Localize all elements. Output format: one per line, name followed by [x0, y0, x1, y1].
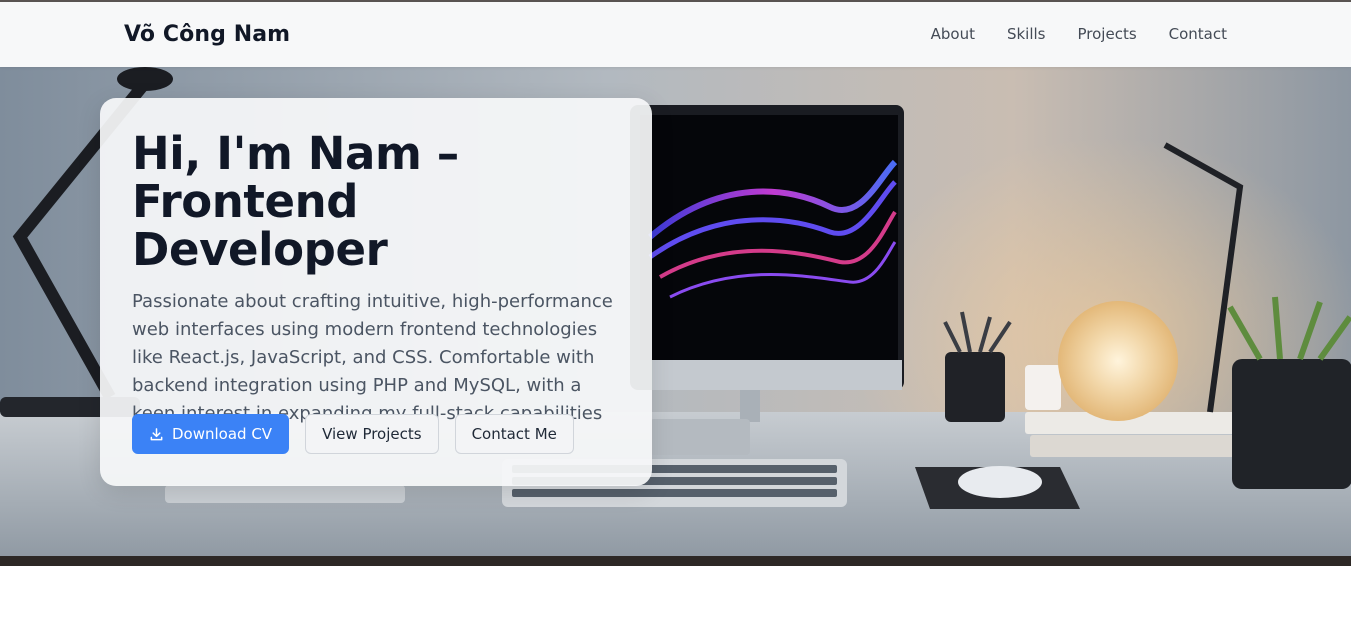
hero-description: Passionate about crafting intuitive, hig…: [132, 291, 613, 424]
nav-link-contact[interactable]: Contact: [1169, 25, 1227, 43]
contact-me-button[interactable]: Contact Me: [454, 414, 574, 454]
navbar: Võ Công Nam About Skills Projects Contac…: [0, 2, 1351, 67]
hero-buttons: Download CV View Projects Contact Me: [132, 414, 574, 454]
download-cv-label: Download CV: [172, 425, 273, 443]
nav-links: About Skills Projects Contact: [931, 25, 1227, 43]
nav-link-about[interactable]: About: [931, 25, 975, 43]
hero-section: Hi, I'm Nam – Frontend Developer Passion…: [0, 67, 1351, 566]
hero-bottom-edge: [0, 556, 1351, 566]
contact-me-label: Contact Me: [471, 425, 557, 443]
view-projects-button[interactable]: View Projects: [305, 414, 439, 454]
nav-link-skills[interactable]: Skills: [1007, 25, 1046, 43]
nav-link-projects[interactable]: Projects: [1078, 25, 1137, 43]
hero-title: Hi, I'm Nam – Frontend Developer: [132, 127, 459, 276]
download-icon: [150, 427, 163, 440]
brand-logo[interactable]: Võ Công Nam: [124, 22, 290, 47]
hero-card: Hi, I'm Nam – Frontend Developer Passion…: [100, 98, 652, 486]
view-projects-label: View Projects: [322, 425, 422, 443]
download-cv-button[interactable]: Download CV: [132, 414, 290, 454]
